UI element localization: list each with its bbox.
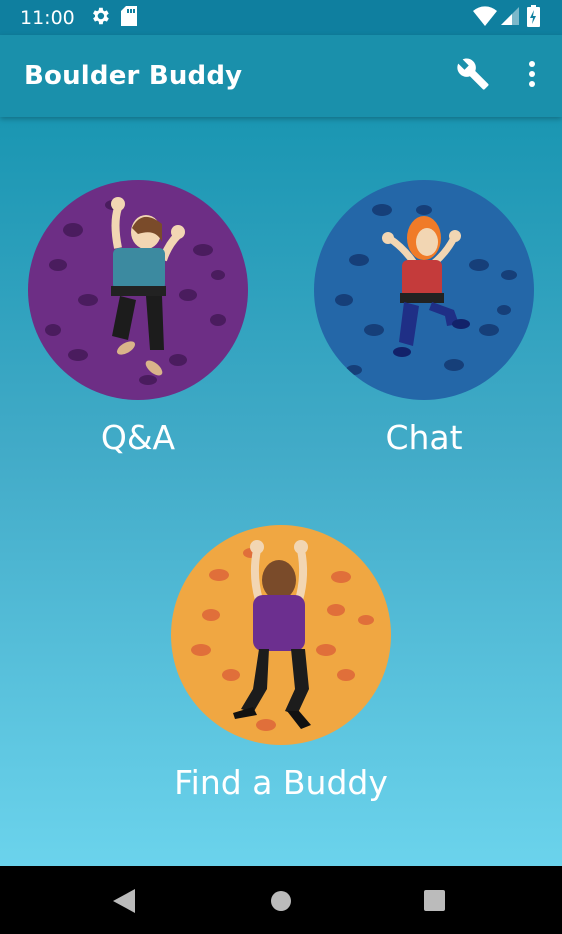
wrench-icon[interactable] <box>456 57 490 95</box>
settings-gear-icon <box>89 5 111 31</box>
battery-charging-icon <box>527 4 540 31</box>
status-time: 11:00 <box>20 6 75 29</box>
back-triangle-icon[interactable] <box>113 889 135 917</box>
qa-climber-image <box>45 197 226 385</box>
recents-square-icon[interactable] <box>424 890 445 915</box>
chat-climber-illustration <box>314 180 534 400</box>
qa-label: Q&A <box>100 418 176 457</box>
chat-label: Chat <box>385 418 463 457</box>
qa-climber-illustration <box>28 180 248 400</box>
chat-climber-image <box>335 204 517 375</box>
cell-signal-icon <box>501 6 519 29</box>
chat-tile[interactable]: Chat <box>314 180 534 457</box>
find-buddy-label: Find a Buddy <box>174 763 388 802</box>
find-buddy-tile[interactable]: Find a Buddy <box>171 525 391 802</box>
qa-tile[interactable]: Q&A <box>28 180 248 457</box>
app-title: Boulder Buddy <box>24 61 243 91</box>
more-vert-icon[interactable] <box>528 60 536 92</box>
sd-card-icon <box>120 5 137 30</box>
wifi-icon <box>473 5 497 30</box>
app-bar: Boulder Buddy <box>0 35 562 117</box>
find-buddy-climber-image <box>191 540 374 731</box>
find-buddy-climber-illustration <box>171 525 391 745</box>
home-circle-icon[interactable] <box>270 890 292 916</box>
nav-bar <box>0 866 562 934</box>
status-bar: 11:00 <box>0 0 562 35</box>
home-menu: Q&A Chat Find a Buddy <box>0 117 562 866</box>
